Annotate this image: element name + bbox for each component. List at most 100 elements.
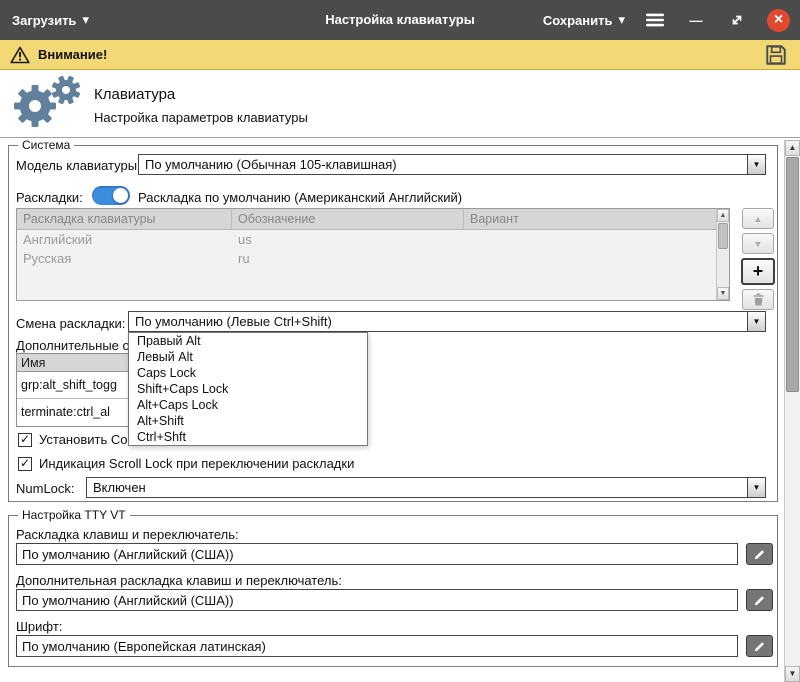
hamburger-icon (646, 13, 664, 27)
scroll-down-icon[interactable]: ▼ (785, 666, 800, 682)
cell-code: ru (232, 249, 464, 268)
column-header-layout: Раскладка клавиатуры (17, 209, 232, 229)
column-header-variant: Вариант (464, 209, 729, 229)
table-row[interactable]: Русская ru (17, 249, 729, 268)
switch-label: Смена раскладки: (16, 316, 125, 331)
maximize-button[interactable] (726, 9, 748, 31)
layouts-table-scrollbar[interactable]: ▲ ▼ (716, 209, 729, 300)
load-menu-button[interactable]: Загрузить ▾ (12, 0, 89, 40)
options-table: Имя grp:alt_shift_togg terminate:ctrl_al (16, 353, 129, 427)
scroll-lock-checkbox[interactable]: ✓ (18, 457, 32, 471)
table-row[interactable]: Английский us (17, 230, 729, 249)
chevron-down-icon[interactable]: ▼ (747, 155, 765, 174)
cell-variant (464, 249, 729, 268)
minimize-icon: — (690, 13, 703, 28)
caret-down-icon: ▾ (82, 12, 89, 28)
scroll-up-icon[interactable]: ▲ (785, 140, 800, 156)
scroll-up-icon[interactable]: ▲ (717, 209, 729, 222)
save-file-button[interactable] (762, 42, 790, 68)
scroll-lock-checkbox-label: Индикация Scroll Lock при переключении р… (39, 456, 354, 471)
compose-checkbox[interactable]: ✓ (18, 433, 32, 447)
tty-extra-layout-label: Дополнительная раскладка клавиш и перекл… (16, 573, 342, 588)
warning-bar: Внимание! (0, 40, 800, 70)
tty-extra-layout-input[interactable] (16, 589, 738, 611)
default-layout-toggle[interactable] (92, 186, 130, 205)
compose-checkbox-row: ✓ Установить Со (18, 432, 127, 447)
move-layout-down-button[interactable]: ▼ (742, 233, 774, 254)
scroll-down-icon[interactable]: ▼ (717, 287, 729, 300)
dropdown-option[interactable]: Левый Alt (129, 349, 367, 365)
numlock-label: NumLock: (16, 481, 75, 496)
edit-tty-extra-layout-button[interactable] (746, 589, 773, 611)
titlebar: Загрузить ▾ Настройка клавиатуры Сохрани… (0, 0, 800, 40)
tty-legend: Настройка TTY VT (18, 508, 130, 522)
model-combobox[interactable]: По умолчанию (Обычная 105-клавишная) ▼ (138, 154, 766, 175)
main-scrollbar[interactable]: ▲ ▼ (784, 140, 800, 682)
tty-font-input[interactable] (16, 635, 738, 657)
cell-layout: Русская (17, 249, 232, 268)
window-title: Настройка клавиатуры (325, 0, 475, 40)
list-item[interactable]: terminate:ctrl_al (17, 399, 128, 426)
scrollbar-thumb[interactable] (718, 223, 728, 249)
edit-tty-layout-button[interactable] (746, 543, 773, 565)
chevron-down-icon[interactable]: ▼ (747, 312, 765, 331)
tty-layout-input[interactable] (16, 543, 738, 565)
close-button[interactable]: × (767, 9, 790, 32)
warning-text: Внимание! (38, 47, 107, 62)
scroll-lock-checkbox-row: ✓ Индикация Scroll Lock при переключении… (18, 456, 354, 471)
compose-checkbox-label: Установить Со (39, 432, 127, 447)
caret-down-icon: ▾ (618, 12, 625, 28)
main-menu-button[interactable] (644, 9, 666, 31)
dropdown-option[interactable]: Shift+Caps Lock (129, 381, 367, 397)
chevron-down-icon[interactable]: ▼ (747, 478, 765, 497)
pencil-icon (752, 547, 767, 562)
scrollbar-thumb[interactable] (786, 157, 799, 392)
model-combobox-value: По умолчанию (Обычная 105-клавишная) (145, 155, 745, 174)
header-divider (0, 137, 800, 138)
cell-variant (464, 230, 729, 249)
model-label: Модель клавиатуры: (16, 158, 141, 173)
arrow-down-icon: ▼ (754, 239, 763, 249)
numlock-combobox-value: Включен (93, 478, 745, 497)
layouts-table: Раскладка клавиатуры Обозначение Вариант… (16, 208, 730, 301)
arrow-up-icon: ▲ (754, 214, 763, 224)
page-title: Клавиатура (94, 86, 175, 103)
close-icon: × (774, 12, 783, 28)
pencil-icon (752, 639, 767, 654)
load-menu-label: Загрузить (12, 13, 76, 28)
extra-options-label: Дополнительные о (16, 338, 130, 353)
edit-tty-font-button[interactable] (746, 635, 773, 657)
cell-layout: Английский (17, 230, 232, 249)
tty-font-label: Шрифт: (16, 619, 62, 634)
pencil-icon (752, 593, 767, 608)
switch-dropdown-list: Правый Alt Левый Alt Caps Lock Shift+Cap… (128, 332, 368, 446)
keyboard-settings-window: Загрузить ▾ Настройка клавиатуры Сохрани… (0, 0, 800, 682)
warning-icon (10, 46, 30, 64)
system-legend: Система (18, 138, 74, 152)
expand-icon (729, 12, 745, 28)
layouts-label: Раскладки: (16, 190, 83, 205)
column-header-code: Обозначение (232, 209, 464, 229)
minimize-button[interactable]: — (685, 9, 707, 31)
layouts-table-header: Раскладка клавиатуры Обозначение Вариант (17, 209, 729, 230)
titlebar-controls: Сохранить ▾ — × (543, 0, 790, 40)
dropdown-option[interactable]: Правый Alt (129, 333, 367, 349)
list-item[interactable]: grp:alt_shift_togg (17, 372, 128, 399)
save-menu-button[interactable]: Сохранить ▾ (543, 12, 625, 28)
delete-layout-button[interactable] (742, 289, 774, 310)
dropdown-option[interactable]: Alt+Caps Lock (129, 397, 367, 413)
page-subtitle: Настройка параметров клавиатуры (94, 110, 308, 125)
floppy-icon (764, 43, 788, 67)
dropdown-option[interactable]: Caps Lock (129, 365, 367, 381)
plus-icon: + (753, 261, 764, 282)
add-layout-button[interactable]: + (741, 258, 775, 285)
save-menu-label: Сохранить (543, 13, 613, 28)
tty-layout-label: Раскладка клавиш и переключатель: (16, 527, 239, 542)
dropdown-option[interactable]: Alt+Shift (129, 413, 367, 429)
toggle-knob (113, 188, 128, 203)
options-table-header: Имя (17, 354, 128, 372)
switch-combobox[interactable]: По умолчанию (Левые Ctrl+Shift) ▼ (128, 311, 766, 332)
move-layout-up-button[interactable]: ▲ (742, 208, 774, 229)
numlock-combobox[interactable]: Включен ▼ (86, 477, 766, 498)
dropdown-option[interactable]: Ctrl+Shft (129, 429, 367, 445)
